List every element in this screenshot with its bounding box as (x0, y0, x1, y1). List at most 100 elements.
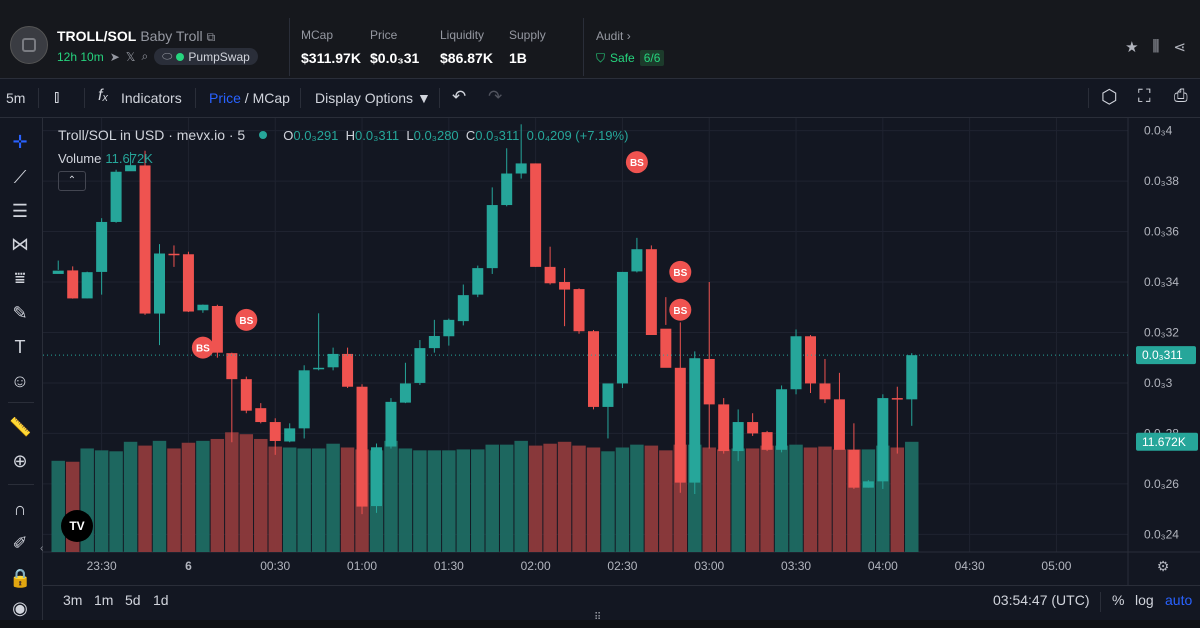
volume-label: Volume (58, 151, 102, 166)
safe-badge[interactable]: ⛉ Safe 6/6 (596, 50, 665, 66)
candle-body (906, 355, 918, 400)
header-actions: ★ ⫼ ⋖ (1125, 38, 1186, 56)
settings-icon[interactable]: ⬡ (1101, 86, 1118, 109)
range-1d[interactable]: 1d (153, 592, 169, 608)
percent-toggle[interactable]: % (1112, 592, 1124, 608)
stat-label: MCap (301, 28, 334, 42)
pumpswap-icon (176, 52, 185, 61)
candle-body (428, 336, 440, 349)
volume-bar (282, 447, 297, 552)
camera-icon[interactable]: ⎙ (1174, 86, 1188, 106)
bs-marker-label: BS (239, 316, 253, 327)
display-options-button[interactable]: Display Options ▼ (315, 90, 431, 106)
stat-value: $311.97K (301, 50, 361, 66)
range-1m[interactable]: 1m (94, 592, 113, 608)
telegram-icon[interactable]: ➤ (110, 50, 120, 64)
ruler-icon[interactable]: 📏 (9, 416, 31, 438)
price-chart[interactable]: 0.0₃4 0.0₃38 0.0₃36 0.0₃34 0.0₃32 0.0₃3 0.0₃28… (43, 118, 1200, 585)
bs-marker-label: BS (630, 158, 644, 169)
redo-icon[interactable]: ↷ (488, 87, 502, 107)
candle-body (530, 163, 542, 267)
copy-icon[interactable]: ⧉ (207, 30, 216, 44)
bs-marker-label: BS (673, 306, 687, 317)
magnet-icon[interactable]: ∩ (9, 498, 31, 520)
trendline-icon[interactable]: ⟋ (9, 166, 31, 188)
volume-bar (152, 440, 167, 552)
star-icon[interactable]: ★ (1125, 38, 1138, 56)
price-mcap-toggle[interactable]: Price / MCap (209, 90, 290, 106)
open-label: O (283, 127, 294, 143)
candle-body (139, 165, 151, 314)
status-dot (259, 131, 268, 139)
chart-bottom-bar: 3m 1m 5d 1d 03:54:47 (UTC) % log auto (43, 585, 1200, 620)
mcap-option[interactable]: MCap (253, 90, 290, 106)
price-tick-label: 0.0₃24 (1144, 527, 1179, 541)
stat-value: $0.0₃31 (370, 50, 420, 66)
tradingview-logo[interactable]: TV (61, 510, 93, 542)
text-icon[interactable]: T (9, 336, 31, 358)
lock-drawings-icon[interactable]: ✐ (9, 532, 31, 554)
volume-legend: Volume 11.672K (58, 151, 153, 166)
search-icon[interactable]: ⌕ (141, 49, 148, 64)
candles-icon[interactable]: ⫾ (54, 87, 59, 107)
candle-body (848, 449, 860, 488)
candle-body (168, 253, 180, 256)
zoom-in-icon[interactable]: ⊕ (9, 450, 31, 472)
close-value: 0.0₃311 (475, 127, 520, 143)
volume-bar (398, 448, 413, 552)
dex-pill[interactable]: ⬭ PumpSwap (154, 48, 258, 65)
candle-body (877, 398, 889, 482)
time-tick-label: 00:30 (260, 559, 290, 573)
volume-bar (789, 444, 803, 552)
price-option[interactable]: Price (209, 90, 241, 106)
bs-marker-label: BS (196, 344, 210, 355)
indicators-icon[interactable]: fₓ (98, 87, 109, 105)
horizontal-lines-icon[interactable]: ☰ (9, 200, 31, 222)
volume-value-label: 11.672K (1142, 435, 1186, 449)
candle-body (703, 358, 715, 405)
brush-icon[interactable]: ✎ (9, 302, 31, 324)
candle-body (385, 401, 397, 447)
pattern-icon[interactable]: ⋈ (9, 233, 31, 255)
time-tick-label: 04:30 (955, 559, 985, 573)
dex-label: PumpSwap (188, 49, 250, 64)
x-icon[interactable]: 𝕏 (126, 50, 136, 64)
open-value: 0.0₃291 (293, 127, 339, 143)
audit-link[interactable]: Audit › (596, 29, 631, 43)
eye-icon[interactable]: ◉ (9, 597, 31, 619)
volume-bar (167, 448, 181, 552)
auto-toggle[interactable]: auto (1165, 592, 1192, 608)
volume-bar (94, 450, 109, 552)
emoji-icon[interactable]: ☺ (9, 370, 31, 392)
crosshair-icon[interactable]: ✛ (9, 131, 31, 153)
indicators-button[interactable]: Indicators (121, 90, 182, 106)
range-3m[interactable]: 3m (63, 592, 82, 608)
clock-display[interactable]: 03:54:47 (UTC) (993, 592, 1089, 608)
share-icon[interactable]: ⋖ (1173, 38, 1186, 56)
log-toggle[interactable]: log (1135, 592, 1154, 608)
undo-icon[interactable]: ↶ (452, 87, 466, 107)
candle-body (761, 432, 773, 450)
safe-label: Safe (610, 51, 635, 65)
lock-icon[interactable]: 🔒 (9, 567, 31, 589)
candle-body (891, 398, 903, 400)
bar-chart-icon[interactable]: ⫼ (1153, 38, 1160, 56)
low-label: L (406, 127, 414, 143)
collapse-legend-button[interactable]: ⌃ (58, 171, 86, 191)
time-tick-label: 6 (185, 559, 192, 573)
interval-button[interactable]: 5m (6, 90, 25, 106)
close-label: C (465, 127, 476, 143)
volume-bar (210, 438, 225, 552)
volume-bar (803, 447, 818, 552)
toolbar-divider (300, 88, 301, 108)
volume-bar (442, 450, 456, 552)
candle-body (486, 205, 498, 269)
fib-icon[interactable]: ⩸ (9, 267, 31, 289)
toggle-slash: / (240, 90, 253, 106)
toolbar-divider (38, 88, 39, 108)
fullscreen-icon[interactable]: ⛶ (1138, 86, 1151, 107)
audit-label: Audit (596, 29, 624, 43)
range-5d[interactable]: 5d (125, 592, 141, 608)
time-tick-label: 02:30 (607, 559, 637, 573)
volume-bar (471, 449, 485, 552)
